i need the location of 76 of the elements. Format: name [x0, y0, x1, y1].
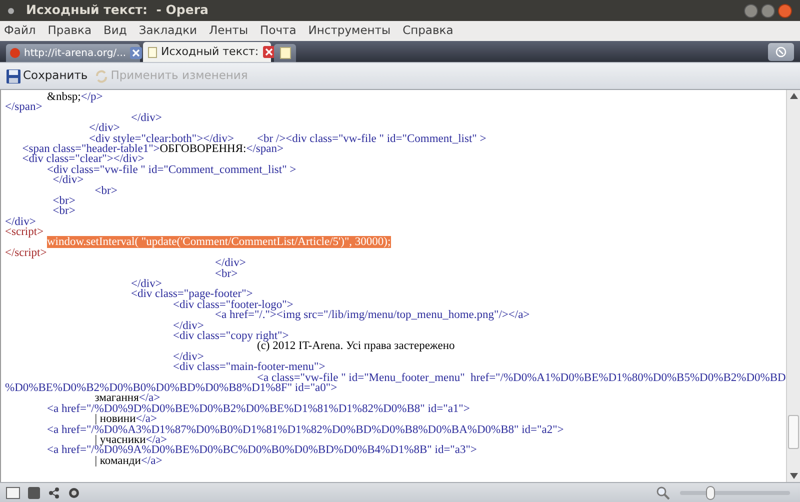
code-text: %D0%BE%D0%B2%D0%B0%D0%BD%D0%B8%D1%8F" id="a0">	[5, 382, 338, 394]
tab-title: http://it-arena.org/...	[24, 46, 126, 60]
scrollbar[interactable]	[786, 90, 800, 482]
document-icon	[148, 46, 157, 58]
code-text: </span>	[5, 101, 42, 114]
code-text: <br>	[94, 184, 118, 197]
code-text: <br>	[52, 205, 76, 218]
code-text: <a href="/."><img src="/lib/img/menu/top_menu_home.png"/></a>	[215, 309, 530, 322]
closed-tabs-button[interactable]	[768, 43, 794, 61]
code-text: </script>	[5, 246, 47, 259]
code-text: </div>	[131, 278, 162, 290]
menu-item[interactable]: Почта	[260, 22, 296, 40]
code-text: </div>	[131, 112, 162, 124]
scroll-thumb[interactable]	[788, 415, 799, 449]
code-text: </div>	[173, 320, 204, 332]
code-text: </div>	[173, 350, 204, 363]
close-button[interactable]	[778, 4, 792, 18]
code-text: змагання	[94, 392, 139, 404]
menu-item[interactable]: Ленты	[209, 22, 248, 40]
site-icon	[10, 48, 20, 58]
code-text: </a>	[146, 434, 168, 446]
zoom-icon[interactable]	[656, 486, 670, 500]
selected-code: window.setInterval( "update('Comment/CommentList/Article/5')", 30000);	[47, 236, 391, 248]
slider-thumb[interactable]	[706, 486, 715, 500]
code-text: <br>	[215, 268, 238, 280]
zoom-slider[interactable]	[678, 486, 792, 500]
code-text: </div>	[5, 216, 36, 228]
code-text: <div class="vw-file " id="Comment_comment_list" >	[47, 164, 296, 176]
code-text: (c) 2012 IT-Arena. Усі права застережено	[257, 340, 455, 352]
close-icon[interactable]	[262, 46, 275, 58]
scroll-down-icon[interactable]	[790, 473, 798, 479]
close-icon[interactable]	[130, 47, 142, 59]
code-text: </a>	[138, 392, 160, 404]
window-menu-icon[interactable]	[8, 8, 14, 14]
menu-item[interactable]: Закладки	[138, 22, 198, 40]
code-text: <script>	[5, 226, 44, 238]
code-text: </div>	[52, 174, 84, 186]
code-text: | команди	[94, 454, 141, 467]
note-icon	[280, 47, 290, 59]
code-text: <div class="main-footer-menu">	[173, 361, 326, 374]
code-text: | новини	[94, 413, 136, 426]
code-text: <a href="/%D0%A3%D1%87%D0%B0%D1%81%D1%82%D0%BD%D0%B8%D0%BA%D0%B8" id="a2">	[47, 424, 564, 436]
code-text: &nbsp;	[47, 91, 81, 103]
code-text: </div>	[89, 122, 120, 134]
code-text: | учасники	[94, 434, 146, 446]
code-text: <div class="clear"></div>	[22, 153, 144, 166]
menu-item[interactable]: Справка	[402, 22, 454, 40]
save-button[interactable]: Сохранить	[6, 67, 88, 85]
code-text: </div>	[215, 257, 246, 270]
code-text: ОБГОВОРЕННЯ:	[160, 142, 246, 155]
code-text: <a href="/%D0%9D%D0%BE%D0%B2%D0%BE%D1%81%D1%82%D0%B8" id="a1">	[47, 402, 470, 415]
code-text: </p>	[80, 91, 103, 103]
window-title: Исходный текст: - Opera	[26, 1, 208, 20]
code-text: <div class="copy right">	[173, 330, 289, 342]
refresh-icon	[94, 68, 109, 84]
tab-title: Исходный текст:	[161, 44, 259, 60]
menu-item[interactable]: Вид	[104, 22, 127, 40]
code-text: <br>	[52, 194, 76, 207]
code-text: <div style="clear:both"></div> <br /><div class="vw-file " id="Comment_list" >	[89, 132, 486, 145]
code-text: <div class="footer-logo">	[173, 298, 294, 311]
maximize-button[interactable]	[761, 4, 775, 18]
menu-item[interactable]: Инструменты	[308, 22, 391, 40]
code-text: </a>	[136, 413, 158, 426]
code-text: <a class="vw-file " id="Menu_footer_menu" href="/%D0%A1%D0%BE%D1%80%D0%B5%D0%B2%D0%BD	[257, 372, 786, 384]
new-tab-button[interactable]	[274, 44, 296, 62]
code-text: </span>	[246, 142, 284, 155]
code-text: <div class="page-footer">	[131, 288, 253, 300]
panel-icon[interactable]	[6, 486, 20, 498]
menu-item[interactable]: Файл	[4, 22, 36, 40]
menu-item[interactable]: Правка	[48, 22, 92, 40]
code-text: <a href="/%D0%9A%D0%BE%D0%BC%D0%B0%D0%BD%D0%B4%D1%8B" id="a3">	[47, 444, 477, 456]
code-text: </a>	[140, 454, 162, 467]
minimize-button[interactable]	[744, 4, 758, 18]
scroll-up-icon[interactable]	[790, 93, 798, 99]
share-icon[interactable]	[48, 486, 60, 498]
code-text: <span class="header-table1">	[22, 142, 160, 155]
